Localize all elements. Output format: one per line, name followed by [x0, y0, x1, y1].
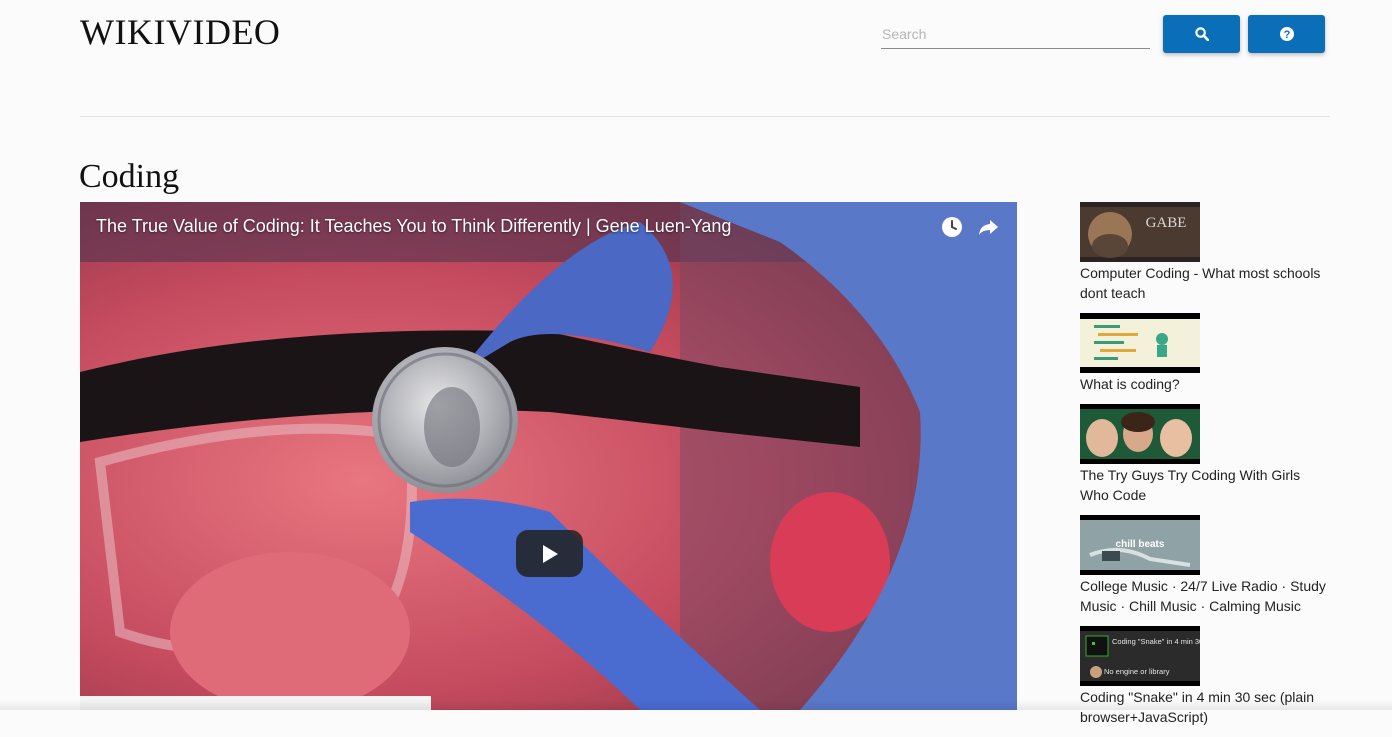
related-video-item[interactable]: Coding "Snake" in 4 min 30 sec No engine…	[1080, 626, 1340, 727]
thumb-caption: GABE	[1146, 215, 1187, 231]
video-player[interactable]: The True Value of Coding: It Teaches You…	[80, 202, 1017, 710]
site-logo[interactable]: WIKIVIDEO	[80, 10, 280, 54]
site-logo-text: WIKIVIDEO	[80, 12, 281, 52]
related-videos-list: GABE Computer Coding - What most schools…	[1080, 202, 1340, 737]
related-video-title[interactable]: College Music · 24/7 Live Radio · Study …	[1080, 576, 1332, 616]
related-video-title[interactable]: Computer Coding - What most schools dont…	[1080, 263, 1332, 303]
play-icon	[542, 544, 558, 563]
clock-icon[interactable]	[940, 215, 964, 239]
help-icon: ?	[1279, 27, 1294, 41]
bottom-shadow	[0, 700, 1392, 710]
video-thumbnail	[80, 202, 1017, 710]
search-input[interactable]	[881, 20, 1150, 49]
video-thumbnail[interactable]	[1080, 313, 1200, 373]
page-title: Coding	[79, 158, 180, 195]
search-button[interactable]	[1163, 15, 1240, 53]
thumb-caption: Coding "Snake" in 4 min 30 sec	[1112, 637, 1200, 646]
video-title[interactable]: The True Value of Coding: It Teaches You…	[96, 216, 731, 237]
play-button[interactable]	[516, 530, 583, 577]
thumb-caption: chill beats	[1116, 539, 1165, 550]
video-thumbnail[interactable]: GABE	[1080, 202, 1200, 262]
video-thumbnail[interactable]	[1080, 404, 1200, 464]
video-thumbnail[interactable]: chill beats	[1080, 515, 1200, 575]
header-divider	[80, 116, 1330, 117]
search-icon	[1194, 27, 1209, 41]
thumb-caption-2: No engine or library	[1104, 667, 1170, 676]
related-video-item[interactable]: The Try Guys Try Coding With Girls Who C…	[1080, 404, 1340, 505]
related-video-title[interactable]: The Try Guys Try Coding With Girls Who C…	[1080, 465, 1332, 505]
video-thumbnail[interactable]: Coding "Snake" in 4 min 30 sec No engine…	[1080, 626, 1200, 686]
share-icon[interactable]	[976, 215, 1000, 239]
help-button[interactable]: ?	[1248, 15, 1325, 53]
related-video-title[interactable]: What is coding?	[1080, 374, 1332, 394]
related-video-item[interactable]: What is coding?	[1080, 313, 1340, 394]
svg-text:?: ?	[1283, 29, 1290, 41]
related-video-item[interactable]: chill beats College Music · 24/7 Live Ra…	[1080, 515, 1340, 616]
related-video-item[interactable]: GABE Computer Coding - What most schools…	[1080, 202, 1340, 303]
